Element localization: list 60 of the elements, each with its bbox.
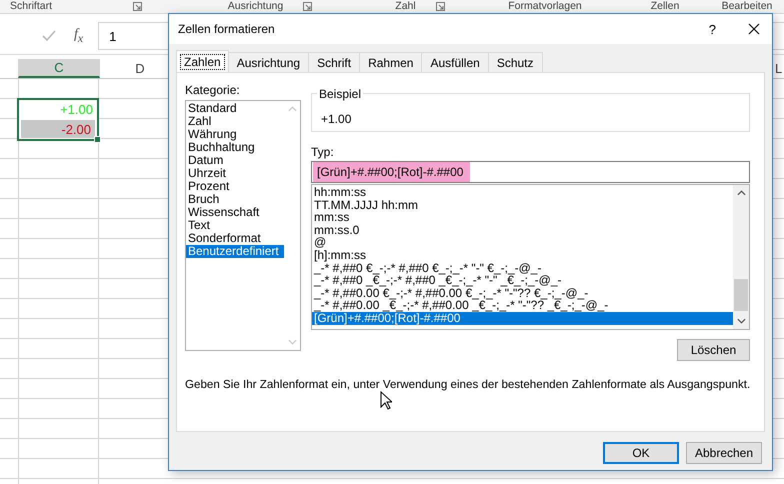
dialog-launcher-icon[interactable] (133, 2, 142, 11)
category-label: Kategorie: (185, 83, 241, 97)
format-item[interactable]: _-* #,##0.00 _€_-;-* #,##0.00 _€_-;_-* "-"?? _€_-;_-@_- (312, 299, 733, 312)
format-item[interactable]: mm:ss.0 (312, 224, 733, 236)
hint-text: Geben Sie Ihr Zahlenformat ein, unter Verwendung eines der bestehenden Zahlenformate als Ausgangspunkt. (185, 378, 750, 391)
table-cell: -2.00 (21, 120, 95, 138)
format-item[interactable]: [h]:mm:ss (312, 248, 733, 262)
help-button[interactable]: ? (708, 22, 716, 36)
dialog-launcher-icon[interactable] (303, 2, 312, 11)
mouse-pointer-icon (380, 391, 392, 410)
dialog-button[interactable]: OK (603, 442, 679, 464)
tab[interactable]: Zahlen (176, 50, 229, 72)
window-title: Zellen formatieren (178, 22, 276, 36)
format-item[interactable]: _-* #,##0 _€_-;-* #,##0 _€_-;_-* "-" _€_-;_-@_- (312, 274, 733, 287)
format-item[interactable]: mm:ss (312, 211, 733, 224)
category-item[interactable]: Bruch (186, 193, 284, 206)
category-item[interactable]: Zahl (186, 115, 284, 128)
ribbon-group-label: Formatvorlagen (508, 0, 582, 12)
fill-handle[interactable] (94, 136, 101, 143)
dialog-launcher-icon[interactable] (436, 2, 445, 11)
column-header[interactable]: L (775, 59, 784, 78)
category-item[interactable]: Benutzerdefiniert (186, 245, 284, 258)
category-item[interactable]: Buchhaltung (186, 141, 284, 154)
ribbon-group-label: Schriftart (10, 0, 52, 12)
category-item[interactable]: Standard (186, 102, 284, 115)
sample-label: Beispiel (317, 87, 364, 101)
insert-function-button[interactable]: f$_{x}$ (74, 27, 84, 45)
category-item[interactable]: Uhrzeit (186, 167, 284, 180)
category-item[interactable]: Datum (186, 154, 284, 167)
sample-value: +1.00 (321, 112, 352, 126)
close-icon[interactable] (748, 23, 760, 35)
scroll-down-icon[interactable] (736, 318, 746, 324)
ribbon-group-label: Ausrichtung (228, 0, 284, 12)
category-item[interactable]: Sonderformat (186, 232, 284, 245)
format-item[interactable]: _-* #,##0.00 €_-;-* #,##0.00 €_-;_-* "-"?? €_-;_-@_- (312, 286, 733, 300)
format-item[interactable]: [Grün]+#.##00;[Rot]-#.##00 (312, 312, 733, 325)
ribbon-group-label: Zahl (395, 0, 416, 12)
ribbon-group-label: Bearbeiten (722, 0, 772, 12)
format-list[interactable] (311, 184, 750, 330)
table-cell-text: +1.00 (59, 101, 94, 119)
scrollbar-thumb[interactable] (734, 279, 748, 311)
tab[interactable]: Schutz (488, 52, 543, 72)
category-item[interactable]: Prozent (186, 180, 284, 193)
format-item[interactable]: _-* #,##0 €_-;-* #,##0 €_-;_-* "-" €_-;_-@_- (312, 262, 733, 274)
format-item[interactable]: @ (312, 236, 733, 249)
category-item[interactable]: Wissenschaft (186, 206, 284, 219)
column-header[interactable]: C (18, 59, 100, 78)
type-field[interactable]: [Grün]+#.##00;[Rot]-#.##00 (311, 161, 750, 183)
check-icon[interactable] (42, 30, 56, 42)
delete-button[interactable]: Löschen (677, 339, 750, 361)
category-item[interactable]: Text (186, 219, 284, 232)
tab[interactable]: Ausrichtung (228, 52, 310, 72)
category-list[interactable]: Standard Zahl Währung Buchhaltung Datum Uhrzeit Prozent Bruch Wissenschaft Text Sonderformat Benutzerdefiniert (185, 100, 301, 351)
type-label: Typ: (311, 145, 335, 159)
dialog-button[interactable]: Abbrechen (686, 442, 762, 464)
format-item[interactable]: TT.MM.JJJJ hh:mm (312, 198, 733, 212)
format-item[interactable]: hh:mm:ss (312, 186, 733, 199)
category-item[interactable]: Währung (186, 128, 284, 141)
scroll-up-icon[interactable] (736, 190, 746, 196)
ribbon-group-label: Zellen (650, 0, 680, 12)
